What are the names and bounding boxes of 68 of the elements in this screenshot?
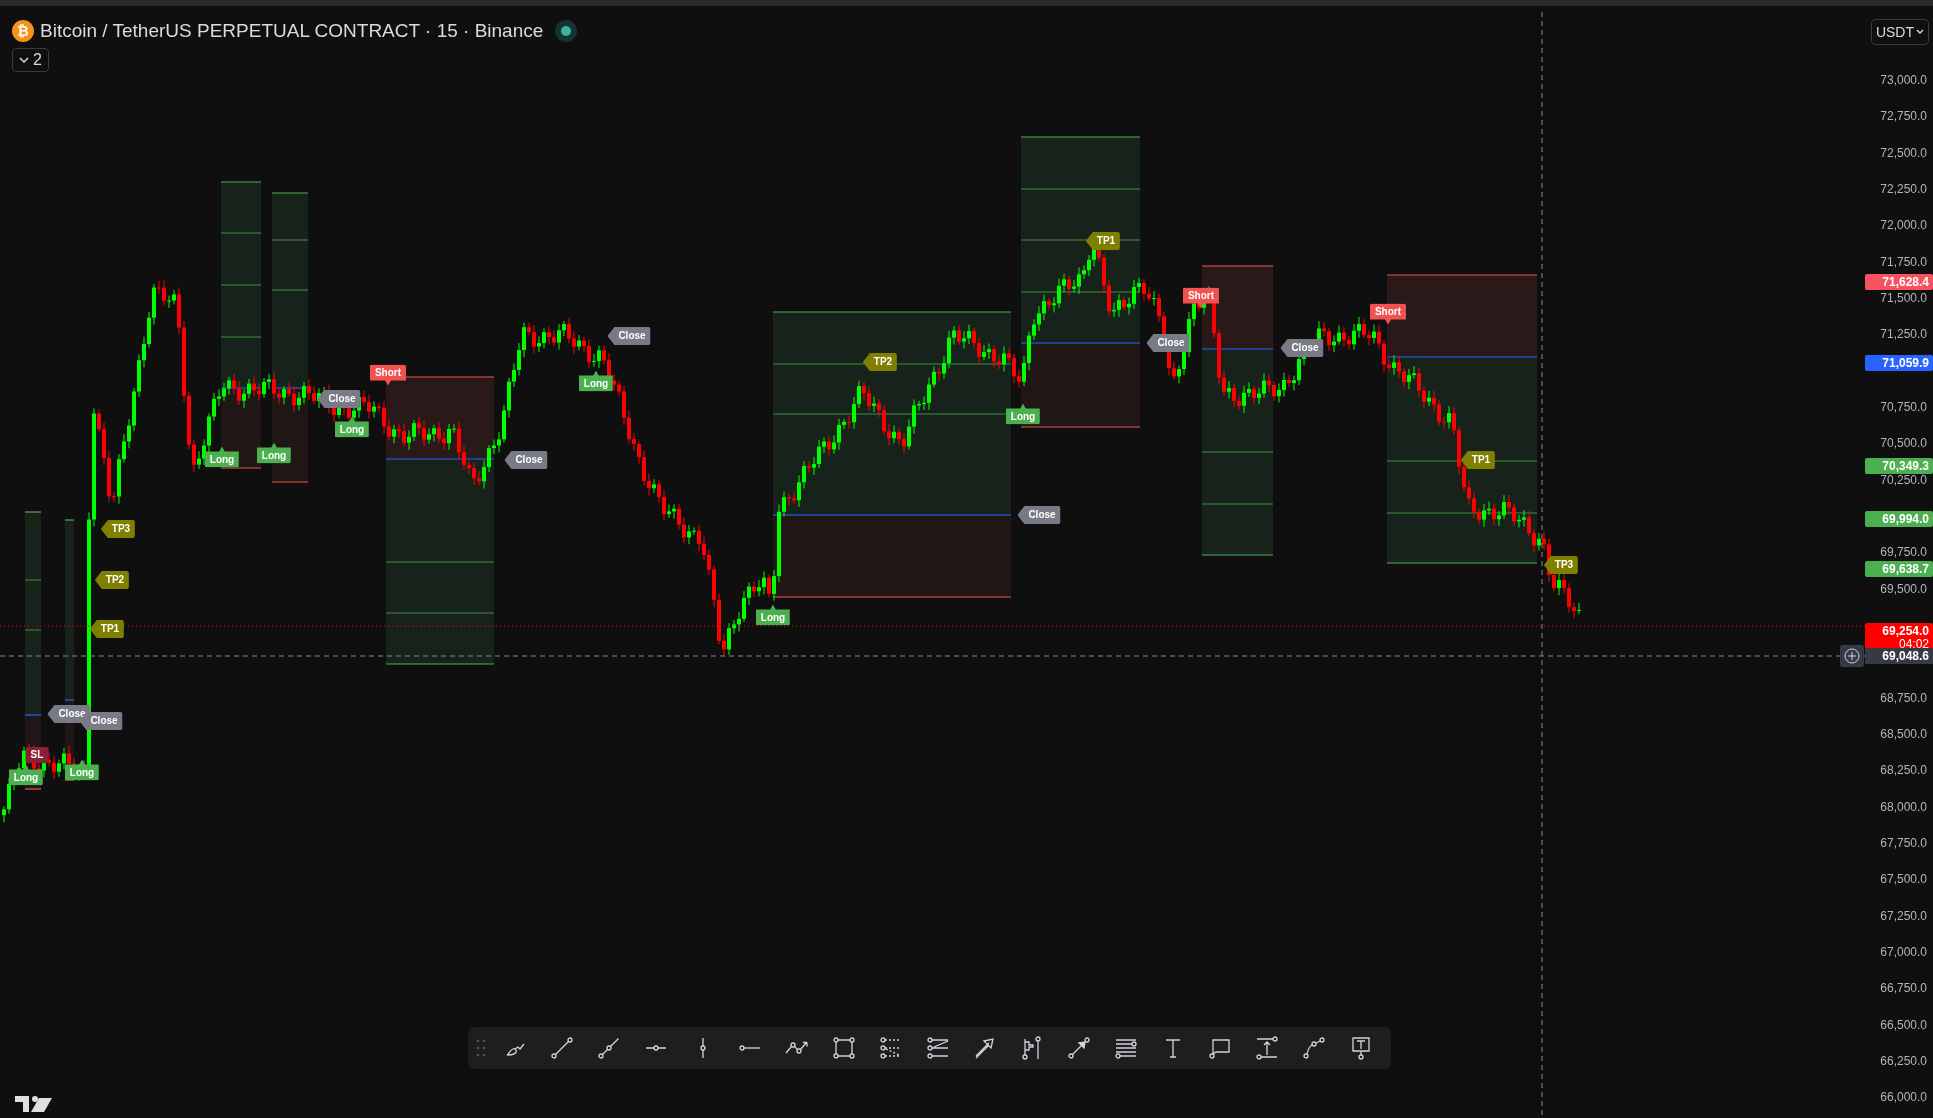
rectangle-icon <box>831 1036 856 1060</box>
take-profit-label: TP3 <box>1543 556 1579 574</box>
vertical-line-icon <box>699 1036 706 1060</box>
price-tick-label: 72,750.0 <box>1880 109 1927 124</box>
price-tick-label: 68,500.0 <box>1880 726 1927 741</box>
price-tick-label: 67,500.0 <box>1880 872 1927 887</box>
horizontal-ray-icon <box>643 1045 668 1051</box>
currency-dropdown[interactable]: USDT <box>1870 19 1929 45</box>
parallel-lines-icon <box>1113 1036 1138 1060</box>
price-tick-label: 71,750.0 <box>1880 254 1927 269</box>
price-tick-label: 72,250.0 <box>1880 182 1927 196</box>
short-signal-label: Short <box>369 364 407 386</box>
price-badge: 70,349.3 <box>1865 458 1933 474</box>
trend-line-icon <box>549 1036 574 1060</box>
fib-extension-icon <box>925 1036 950 1060</box>
close-signal-label: Close <box>1146 334 1190 352</box>
horizontal-line-icon <box>738 1045 761 1051</box>
price-tick-label: 69,750.0 <box>1880 545 1927 560</box>
price-tick-label: 70,500.0 <box>1880 436 1927 451</box>
long-signal-label: Long <box>334 416 370 438</box>
close-signal-label: Close <box>504 451 548 469</box>
price-tick-label: 67,750.0 <box>1880 835 1927 850</box>
price-tick-label: 67,000.0 <box>1880 944 1927 959</box>
price-tick-label: 68,000.0 <box>1880 799 1927 814</box>
close-signal-label: Close <box>317 390 361 408</box>
price-badge: 71,059.9 <box>1865 355 1933 371</box>
indicators-toggle-button[interactable]: 2 <box>12 48 49 72</box>
price-tick-label: 67,250.0 <box>1880 908 1927 923</box>
chevron-down-icon <box>19 56 29 64</box>
price-tick-label: 68,750.0 <box>1880 690 1927 705</box>
arrow-marker-icon <box>1066 1036 1091 1060</box>
take-profit-label: TP2 <box>94 571 130 589</box>
chevron-down-icon <box>1916 29 1924 35</box>
price-tick-label: 70,750.0 <box>1880 399 1927 414</box>
price-tick-label: 72,500.0 <box>1880 145 1927 160</box>
ray-icon <box>596 1036 621 1060</box>
price-range-icon <box>1254 1036 1279 1060</box>
crosshair-price-label: 69,048.6 <box>1865 648 1933 664</box>
take-profit-label: TP3 <box>100 520 136 538</box>
curve-icon <box>1301 1036 1326 1060</box>
symbol-title: Bitcoin / TetherUS PERPETUAL CONTRACT · 15 · Binance <box>40 20 544 42</box>
price-tick-label: 66,250.0 <box>1880 1053 1927 1068</box>
close-signal-label: Close <box>607 327 651 345</box>
price-tick-label: 70,250.0 <box>1880 472 1927 487</box>
long-signal-label: Long <box>755 604 791 626</box>
price-tick-label: 69,500.0 <box>1880 581 1927 596</box>
position-icon <box>1019 1036 1044 1060</box>
price-tick-label: 66,750.0 <box>1880 981 1927 996</box>
long-signal-label: Long <box>578 370 614 392</box>
close-signal-label: Close <box>1280 339 1324 357</box>
price-tick-label: 68,250.0 <box>1880 763 1927 778</box>
close-signal-label: Close <box>1017 506 1061 524</box>
price-tick-label: 71,250.0 <box>1880 327 1927 342</box>
stop-loss-label: SL <box>25 747 49 763</box>
price-badge: 69,638.7 <box>1865 561 1933 577</box>
price-tick-label: 66,500.0 <box>1880 1017 1927 1032</box>
short-signal-label: Short <box>1369 303 1407 325</box>
price-tick-label: 72,000.0 <box>1880 218 1927 233</box>
drag-handle-icon[interactable] <box>476 1039 486 1057</box>
bitcoin-coin-icon: ₿ <box>12 20 34 42</box>
price-tick-label: 73,000.0 <box>1880 73 1927 87</box>
price-badge: 71,628.4 <box>1865 274 1933 290</box>
logo-icon <box>15 1096 52 1112</box>
callout-icon <box>1207 1036 1232 1060</box>
price-badge: 69,994.0 <box>1865 511 1933 527</box>
price-tick-label: 71,500.0 <box>1880 290 1927 305</box>
price-tick-label: 66,000.0 <box>1880 1090 1927 1105</box>
take-profit-label: TP1 <box>89 620 125 638</box>
